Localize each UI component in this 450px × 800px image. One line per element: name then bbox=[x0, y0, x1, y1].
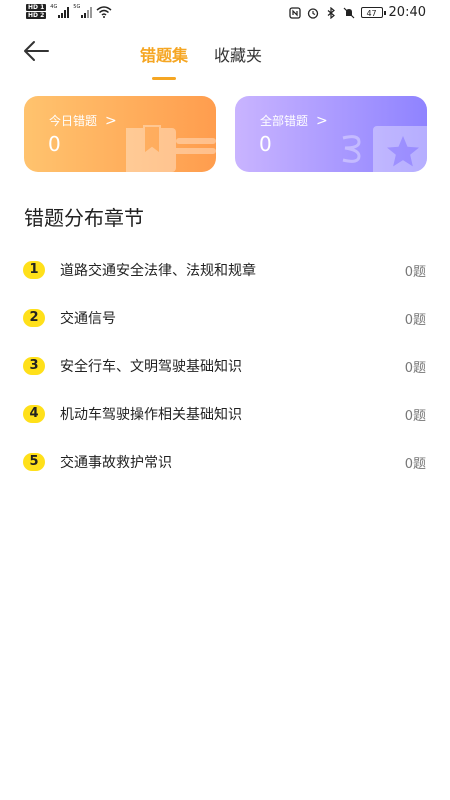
chapter-label: 安全行车、文明驾驶基础知识 bbox=[60, 359, 242, 375]
chapter-number-badge: 3 bbox=[23, 357, 45, 375]
chapter-item-2[interactable]: 2 交通信号 0题 bbox=[22, 294, 428, 342]
card-title: 全部错题 > bbox=[260, 112, 328, 129]
status-right: 47 20:40 bbox=[288, 5, 426, 20]
chapter-count: 0题 bbox=[404, 312, 426, 328]
card-title-label: 全部错题 bbox=[260, 114, 309, 128]
today-wrong-count: 0 bbox=[48, 132, 61, 156]
chapter-label: 机动车驾驶操作相关基础知识 bbox=[60, 407, 242, 423]
network-type-1: 4G bbox=[50, 3, 58, 10]
tab-label: 错题集 bbox=[140, 46, 189, 65]
sim2-indicator: HD 2 bbox=[26, 12, 47, 19]
section-title: 错题分布章节 bbox=[24, 206, 144, 230]
alarm-icon bbox=[307, 7, 318, 19]
chapter-number-badge: 1 bbox=[23, 261, 45, 279]
sim-indicators: HD 1 HD 2 bbox=[26, 4, 47, 19]
sim1-indicator: HD 1 bbox=[26, 4, 47, 11]
chapter-item-1[interactable]: 1 道路交通安全法律、法规和规章 0题 bbox=[22, 246, 428, 294]
card-title: 今日错题 > bbox=[49, 112, 117, 129]
chapter-count: 0题 bbox=[404, 360, 426, 376]
chapter-list: 1 道路交通安全法律、法规和规章 0题 2 交通信号 0题 3 安全行车、文明驾… bbox=[22, 246, 428, 486]
star-decoration-icon bbox=[342, 126, 427, 172]
bookmark-decoration-icon bbox=[126, 125, 216, 172]
chapter-count: 0题 bbox=[404, 408, 426, 424]
chapter-number-badge: 5 bbox=[23, 453, 45, 471]
signal-icon-2: 5G bbox=[73, 3, 93, 18]
tab-wrong-questions[interactable]: 错题集 bbox=[140, 42, 189, 80]
chapter-number-badge: 4 bbox=[23, 405, 45, 423]
signal-icon: 4G bbox=[50, 3, 70, 18]
today-wrong-card[interactable]: 今日错题 > 0 bbox=[24, 96, 216, 172]
wifi-icon bbox=[96, 5, 112, 18]
chapter-count: 0题 bbox=[404, 456, 426, 472]
tab-label: 收藏夹 bbox=[214, 46, 263, 65]
chapter-item-3[interactable]: 3 安全行车、文明驾驶基础知识 0题 bbox=[22, 342, 428, 390]
back-arrow-icon[interactable] bbox=[22, 40, 50, 62]
network-type-2: 5G bbox=[73, 3, 81, 10]
chapter-count: 0题 bbox=[404, 264, 426, 280]
chevron-right-icon: > bbox=[316, 112, 328, 129]
tab-bar: 错题集 收藏夹 bbox=[140, 42, 262, 80]
bluetooth-icon bbox=[327, 6, 335, 19]
all-wrong-card[interactable]: 全部错题 > 0 bbox=[235, 96, 427, 172]
all-wrong-count: 0 bbox=[259, 132, 272, 156]
nfc-icon bbox=[288, 6, 301, 19]
status-bar: HD 1 HD 2 4G 5G 47 20:40 bbox=[0, 0, 450, 28]
chevron-right-icon: > bbox=[105, 112, 117, 129]
chapter-number-badge: 2 bbox=[23, 309, 45, 327]
chapter-item-4[interactable]: 4 机动车驾驶操作相关基础知识 0题 bbox=[22, 390, 428, 438]
chapter-label: 交通事故救护常识 bbox=[60, 455, 172, 471]
chapter-label: 道路交通安全法律、法规和规章 bbox=[60, 263, 256, 279]
chapter-label: 交通信号 bbox=[60, 311, 116, 327]
card-title-label: 今日错题 bbox=[49, 114, 98, 128]
clock: 20:40 bbox=[388, 5, 426, 20]
status-left: HD 1 HD 2 4G 5G bbox=[26, 4, 112, 19]
mute-icon bbox=[343, 7, 354, 18]
battery-icon: 47 bbox=[360, 7, 386, 18]
tab-favorites[interactable]: 收藏夹 bbox=[214, 42, 262, 66]
active-tab-indicator bbox=[152, 77, 176, 80]
chapter-item-5[interactable]: 5 交通事故救护常识 0题 bbox=[22, 438, 428, 486]
